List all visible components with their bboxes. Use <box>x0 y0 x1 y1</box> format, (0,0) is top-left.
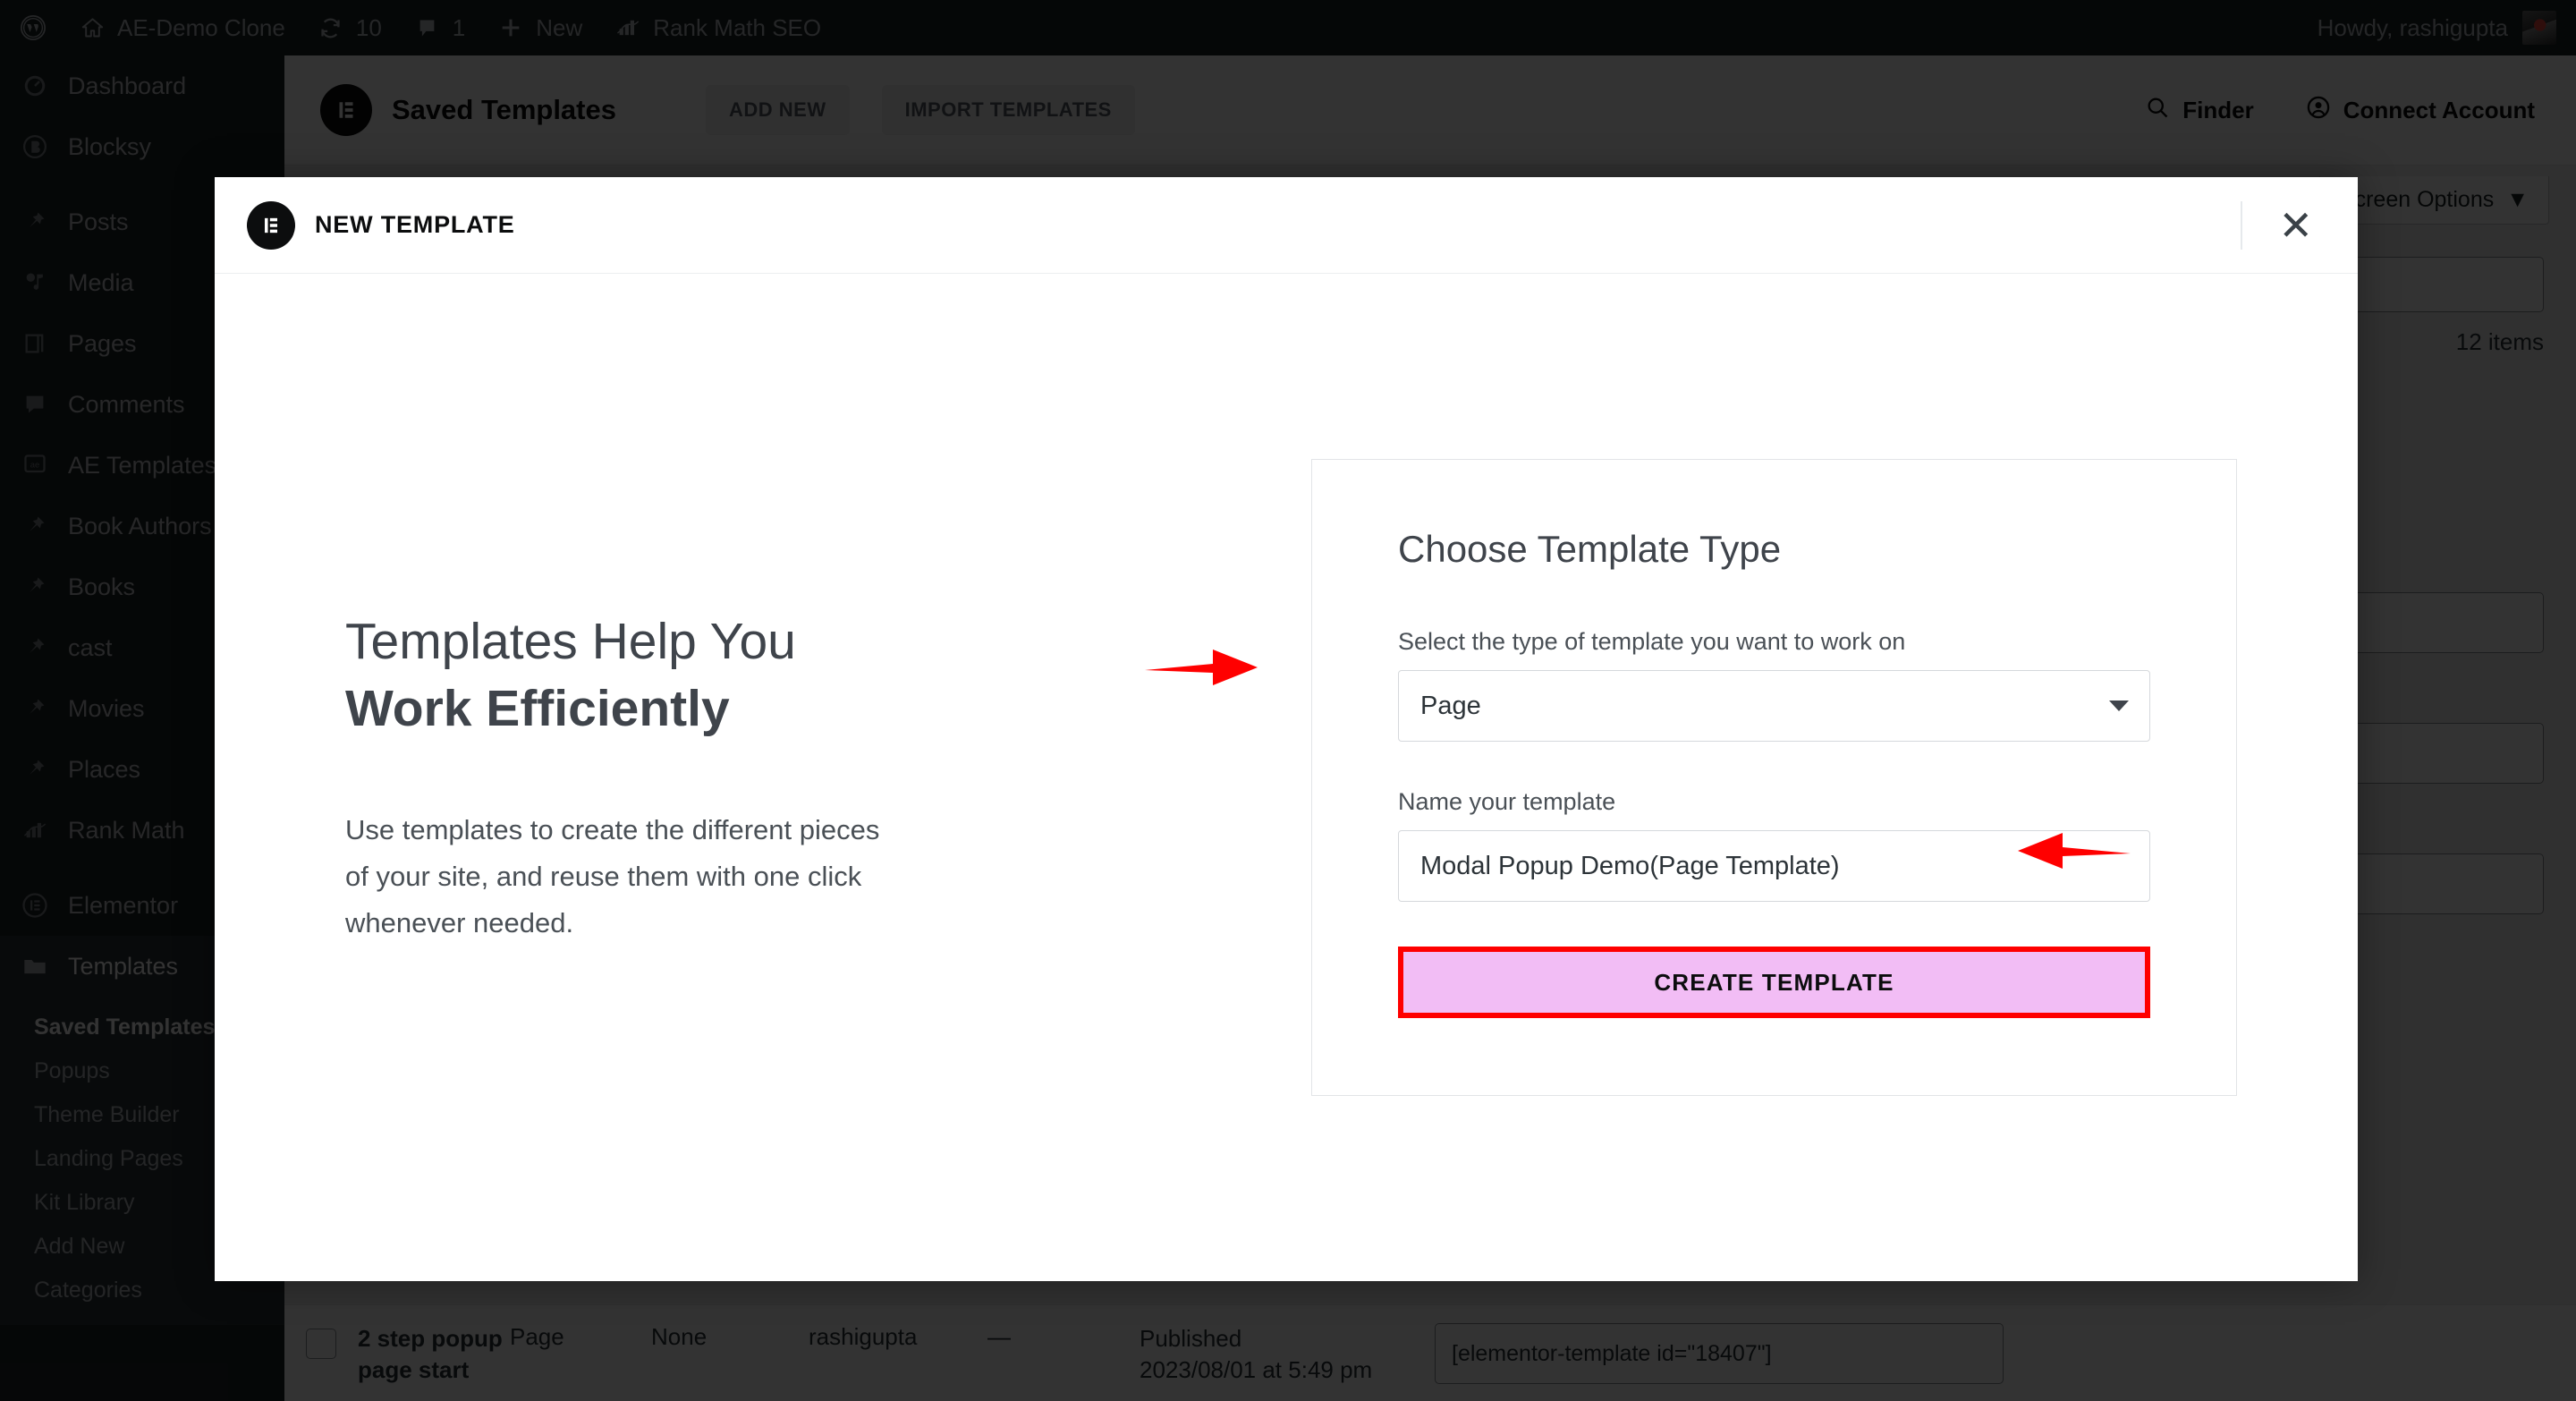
header-divider <box>2241 200 2243 250</box>
modal-header-actions: ✕ <box>2241 200 2322 251</box>
template-name-label: Name your template <box>1398 788 1616 815</box>
template-form-card: Choose Template Type Select the type of … <box>1311 459 2237 1096</box>
template-type-label: Select the type of template you want to … <box>1398 628 1906 655</box>
close-icon[interactable]: ✕ <box>2269 200 2322 251</box>
template-type-select[interactable]: Page <box>1398 670 2150 742</box>
field-spacer <box>1398 742 2150 788</box>
annotation-arrow-template-type <box>1143 642 1261 697</box>
modal-header: NEW TEMPLATE ✕ <box>215 177 2358 274</box>
modal-body: Templates Help You Work Efficiently Use … <box>215 274 2358 1281</box>
elementor-logo-icon <box>247 200 295 250</box>
chevron-down-icon <box>2109 700 2129 711</box>
template-type-select-wrap: Page <box>1398 670 2150 742</box>
promo-body: Use templates to create the different pi… <box>345 814 880 939</box>
create-template-button[interactable]: CREATE TEMPLATE <box>1398 947 2150 1018</box>
new-template-modal: NEW TEMPLATE ✕ Templates Help You Work E… <box>215 177 2358 1281</box>
cta-spacer <box>1398 902 2150 947</box>
promo-heading-line1: Templates Help You <box>345 612 796 670</box>
screen-root: AE-Demo Clone 10 1 New Rank Math SEO <box>0 0 2576 1401</box>
form-heading: Choose Template Type <box>1398 528 1782 570</box>
annotation-arrow-template-name <box>2014 826 2132 880</box>
modal-title: NEW TEMPLATE <box>315 211 515 238</box>
